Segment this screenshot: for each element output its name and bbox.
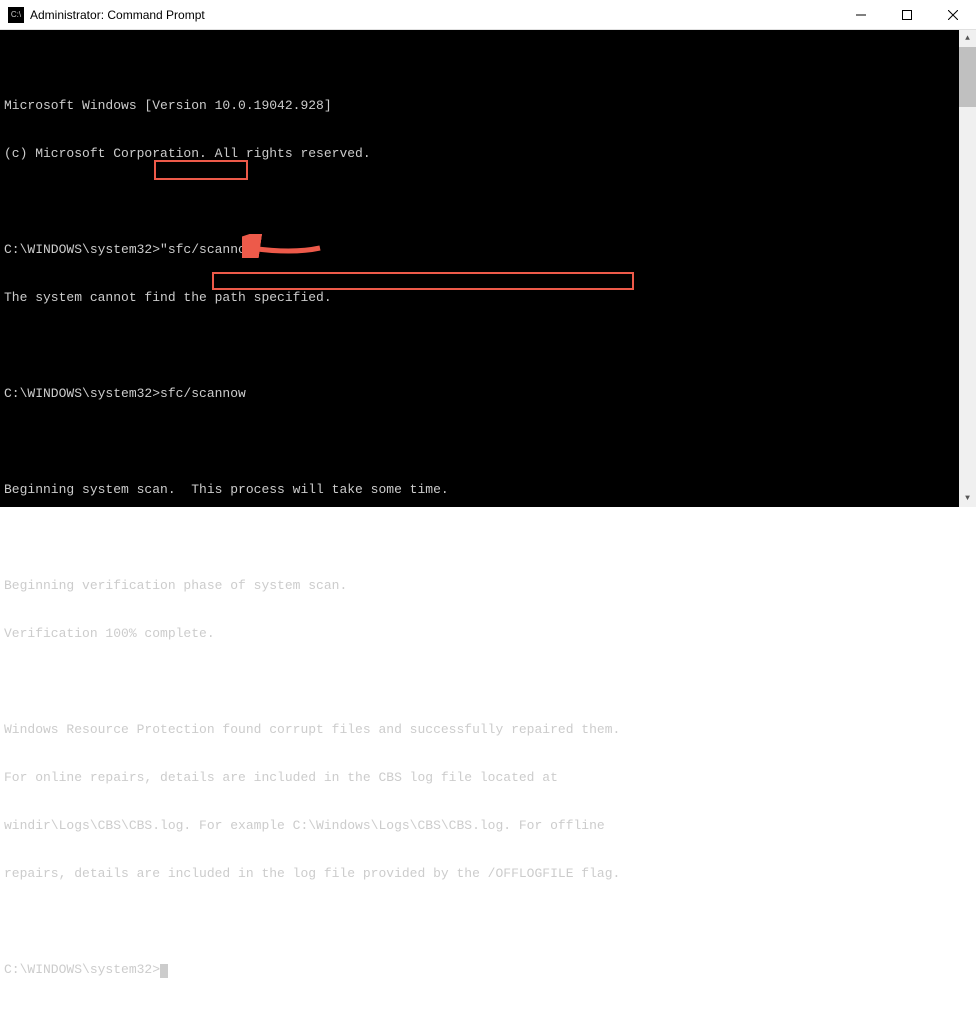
terminal-line bbox=[4, 338, 954, 354]
terminal-line: Beginning verification phase of system s… bbox=[4, 578, 954, 594]
titlebar[interactable]: C:\ Administrator: Command Prompt bbox=[0, 0, 976, 30]
maximize-button[interactable] bbox=[884, 0, 930, 29]
window-controls bbox=[838, 0, 976, 29]
annotation-highlight-command bbox=[154, 160, 248, 180]
terminal-line bbox=[4, 674, 954, 690]
terminal-area[interactable]: Microsoft Windows [Version 10.0.19042.92… bbox=[0, 30, 976, 507]
terminal-line bbox=[4, 194, 954, 210]
window-title: Administrator: Command Prompt bbox=[30, 8, 838, 22]
terminal-content: Microsoft Windows [Version 10.0.19042.92… bbox=[4, 66, 954, 535]
terminal-line bbox=[4, 434, 954, 450]
close-button[interactable] bbox=[930, 0, 976, 29]
terminal-line: Windows Resource Protection found corrup… bbox=[4, 722, 954, 738]
minimize-button[interactable] bbox=[838, 0, 884, 29]
terminal-line: For online repairs, details are included… bbox=[4, 770, 954, 786]
terminal-line: C:\WINDOWS\system32>"sfc/scannow" bbox=[4, 242, 954, 258]
terminal-line: The system cannot find the path specifie… bbox=[4, 290, 954, 306]
terminal-line: (c) Microsoft Corporation. All rights re… bbox=[4, 146, 954, 162]
terminal-line bbox=[4, 530, 954, 546]
scroll-down-icon[interactable]: ▼ bbox=[959, 490, 976, 507]
terminal-prompt-line: C:\WINDOWS\system32> bbox=[4, 962, 954, 978]
terminal-line: windir\Logs\CBS\CBS.log. For example C:\… bbox=[4, 818, 954, 834]
terminal-line bbox=[4, 914, 954, 930]
command-prompt-window: C:\ Administrator: Command Prompt Micros… bbox=[0, 0, 976, 507]
terminal-line: Beginning system scan. This process will… bbox=[4, 482, 954, 498]
scrollbar-thumb[interactable] bbox=[959, 47, 976, 107]
vertical-scrollbar[interactable]: ▲ ▼ bbox=[959, 30, 976, 507]
annotation-highlight-result bbox=[212, 272, 634, 290]
terminal-line: C:\WINDOWS\system32>sfc/scannow bbox=[4, 386, 954, 402]
scroll-up-icon[interactable]: ▲ bbox=[959, 30, 976, 47]
terminal-line: repairs, details are included in the log… bbox=[4, 866, 954, 882]
cursor-icon bbox=[160, 964, 168, 978]
cmd-icon: C:\ bbox=[8, 7, 24, 23]
terminal-line: Verification 100% complete. bbox=[4, 626, 954, 642]
terminal-line: Microsoft Windows [Version 10.0.19042.92… bbox=[4, 98, 954, 114]
